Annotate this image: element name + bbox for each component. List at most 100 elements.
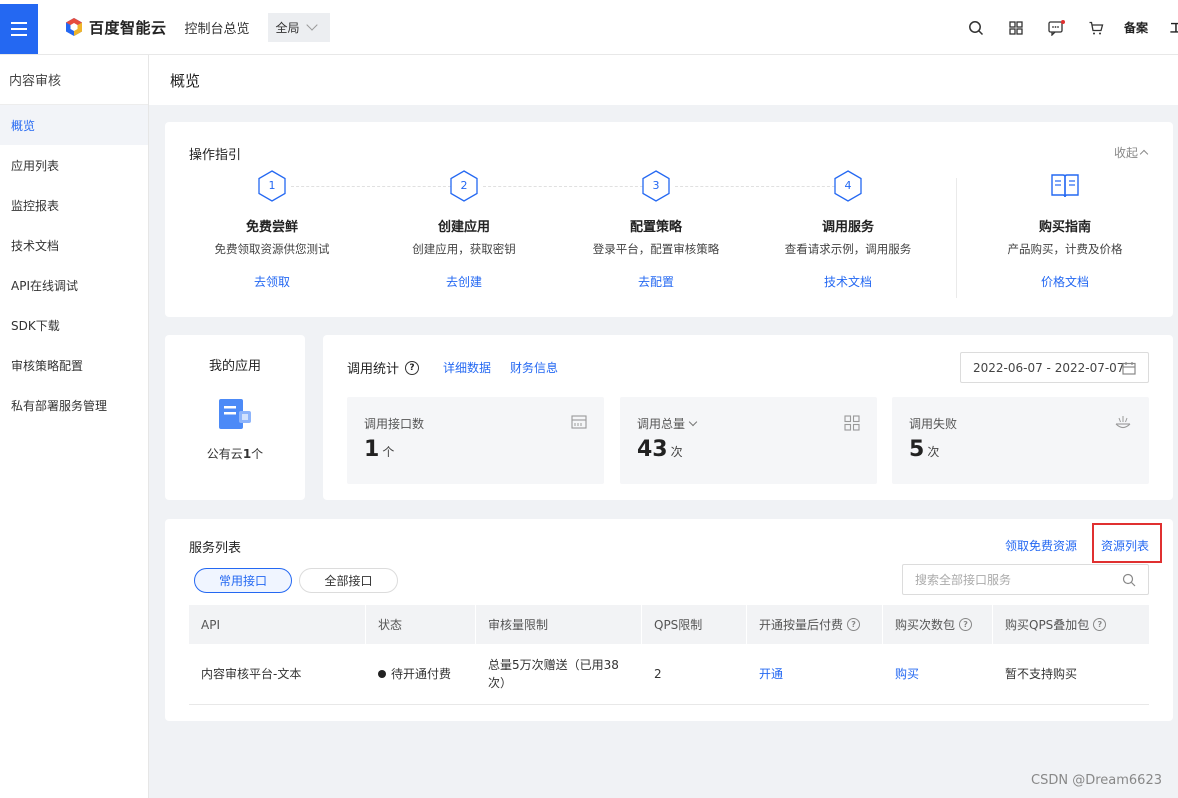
stat-box-total-calls: 调用总量 43 次 (620, 397, 877, 484)
logo[interactable]: 百度智能云 (64, 17, 167, 38)
stat-label[interactable]: 调用总量 (637, 415, 698, 432)
sidebar-item-overview[interactable]: 概览 (0, 105, 148, 145)
highlight-box (1092, 523, 1162, 563)
col-buy-pack: 购买次数包? (883, 605, 993, 644)
tab-common-apis[interactable]: 常用接口 (194, 568, 292, 593)
sidebar-title: 内容审核 (0, 55, 148, 105)
fail-icon (1115, 416, 1131, 429)
search-icon[interactable] (956, 0, 996, 55)
step-name: 配置策略 (629, 220, 682, 235)
stat-label: 调用接口数 (364, 415, 424, 432)
app-icon (219, 399, 251, 429)
stat-number: 43 (637, 437, 668, 462)
finance-info-link[interactable]: 财务信息 (510, 359, 558, 376)
sidebar-item-monitor[interactable]: 监控报表 (0, 185, 148, 225)
hexagon-step-icon: 3 (642, 170, 670, 202)
sidebar-item-strategy[interactable]: 审核策略配置 (0, 345, 148, 385)
question-icon[interactable]: ? (959, 618, 973, 631)
date-range-picker[interactable]: 2022-06-07 - 2022-07-07 (960, 352, 1149, 383)
region-select[interactable]: 全局 (267, 12, 330, 42)
date-range-value: 2022-06-07 - 2022-07-07 (973, 360, 1125, 375)
col-api: API (189, 605, 366, 644)
buy-link[interactable]: 购买 (883, 644, 993, 704)
app-count-prefix: 公有云 (206, 447, 243, 461)
sidebar-item-api-debug[interactable]: API在线调试 (0, 265, 148, 305)
divider (956, 178, 957, 298)
tech-docs-link[interactable]: 技术文档 (753, 273, 943, 290)
stat-unit: 个 (382, 445, 395, 459)
buy-guide-desc: 产品购买，计费及价格 (1007, 242, 1123, 256)
stat-value: 5次 (909, 437, 939, 462)
hamburger-menu-button[interactable] (0, 4, 38, 54)
step-desc: 登录平台，配置审核策略 (592, 242, 720, 256)
sidebar-item-docs[interactable]: 技术文档 (0, 225, 148, 265)
logo-text: 百度智能云 (89, 18, 167, 37)
guide-step: 3 配置策略 登录平台，配置审核策略 去配置 (561, 170, 751, 290)
price-docs-link[interactable]: 价格文档 (970, 273, 1160, 290)
guide-card: 操作指引 收起 1 免费尝鲜 免费领取资源供您测试 去领取 2 创建应用 创建应… (165, 122, 1173, 317)
activate-link[interactable]: 开通 (747, 644, 883, 704)
tab-all-apis[interactable]: 全部接口 (299, 568, 398, 593)
service-list-title: 服务列表 (189, 541, 242, 556)
col-postpaid-label: 开通按量后付费 (759, 618, 844, 632)
stat-box-failed-calls: 调用失败 5次 (892, 397, 1149, 484)
sidebar-item-private-deploy[interactable]: 私有部署服务管理 (0, 385, 148, 425)
stat-value: 1个 (364, 437, 394, 462)
guide-step: 1 免费尝鲜 免费领取资源供您测试 去领取 (177, 170, 367, 290)
calendar-icon (1122, 362, 1136, 375)
table-row: 内容审核平台-文本 待开通付费 总量5万次赠送（已用38次） 2 开通 购买 暂… (189, 644, 1149, 705)
message-icon[interactable] (1036, 0, 1076, 55)
table-header: API 状态 审核量限制 QPS限制 开通按量后付费? 购买次数包? 购买QPS… (189, 605, 1149, 644)
filing-link[interactable]: 备案 (1124, 19, 1148, 36)
create-link[interactable]: 去创建 (369, 273, 559, 290)
col-qps: QPS限制 (642, 605, 747, 644)
sidebar: 内容审核 概览 应用列表 监控报表 技术文档 API在线调试 SDK下载 审核策… (0, 55, 149, 798)
app-count: 公有云1个 (165, 445, 305, 462)
stat-label-text: 调用失败 (909, 417, 958, 431)
hexagon-step-icon: 4 (834, 170, 862, 202)
question-icon[interactable]: ? (1093, 618, 1107, 631)
stats-title-text: 调用统计 (347, 362, 400, 377)
stat-unit: 次 (670, 445, 683, 459)
stat-number: 1 (364, 437, 380, 462)
detail-data-link[interactable]: 详细数据 (443, 359, 491, 376)
status-dot-icon (378, 670, 386, 678)
step-number: 3 (652, 179, 660, 192)
region-value: 全局 (275, 20, 300, 35)
col-qps-pack-label: 购买QPS叠加包 (1005, 618, 1090, 632)
workorder-link[interactable]: 工 (1170, 19, 1178, 36)
col-postpaid: 开通按量后付费? (747, 605, 883, 644)
cell-api: 内容审核平台-文本 (201, 667, 302, 681)
configure-link[interactable]: 去配置 (561, 273, 751, 290)
service-list-card: 服务列表 领取免费资源 资源列表 常用接口 全部接口 搜索全部接口服务 API … (165, 519, 1173, 721)
collapse-label: 收起 (1113, 146, 1138, 160)
stat-value: 43 次 (637, 437, 683, 462)
search-input[interactable]: 搜索全部接口服务 (902, 564, 1149, 595)
console-overview-link[interactable]: 控制台总览 (185, 18, 250, 37)
stat-number: 5 (909, 437, 925, 462)
service-table: API 状态 审核量限制 QPS限制 开通按量后付费? 购买次数包? 购买QPS… (189, 605, 1149, 705)
app-count-value: 1 (242, 447, 252, 461)
claim-link[interactable]: 去领取 (177, 273, 367, 290)
apps-grid-icon[interactable] (996, 0, 1036, 55)
cell-qps: 2 (654, 667, 662, 681)
search-icon[interactable] (1122, 573, 1136, 587)
page-title: 概览 (149, 55, 1178, 105)
my-app-card[interactable]: 我的应用 公有云1个 (165, 335, 305, 500)
hexagon-step-icon: 2 (450, 170, 478, 202)
question-icon[interactable]: ? (405, 360, 420, 375)
sidebar-item-sdk[interactable]: SDK下载 (0, 305, 148, 345)
question-icon[interactable]: ? (847, 618, 861, 631)
free-resource-link[interactable]: 领取免费资源 (1005, 537, 1077, 554)
sidebar-item-app-list[interactable]: 应用列表 (0, 145, 148, 185)
cell-status: 待开通付费 (366, 644, 476, 704)
chevron-down-icon (688, 417, 698, 427)
collapse-button[interactable]: 收起 (1113, 144, 1149, 161)
stats-title: 调用统计 ? (347, 358, 420, 377)
step-number: 1 (268, 179, 276, 192)
step-name: 调用服务 (821, 220, 874, 235)
col-buy-pack-label: 购买次数包 (895, 618, 956, 632)
stat-label: 调用失败 (909, 415, 957, 432)
cart-icon[interactable] (1076, 0, 1116, 55)
step-desc: 创建应用，获取密钥 (412, 242, 516, 256)
